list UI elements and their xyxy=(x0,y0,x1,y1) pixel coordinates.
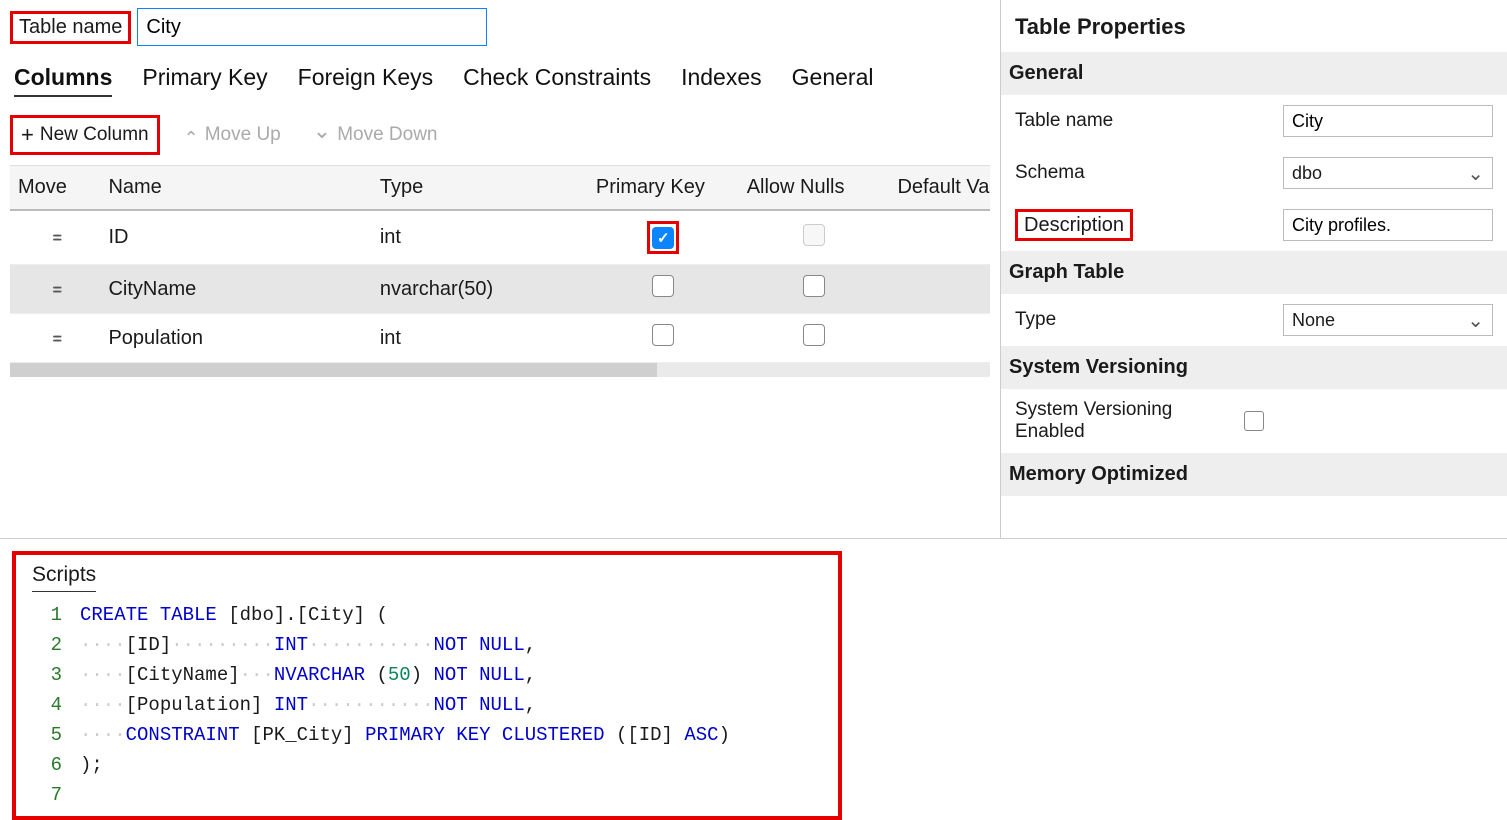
chevron-down-icon xyxy=(1467,308,1484,333)
drag-handle-icon[interactable] xyxy=(41,336,69,344)
code-line[interactable]: ····[ID]·········INT···········NOT NULL, xyxy=(80,630,536,660)
col-header[interactable]: Allow Nulls xyxy=(739,166,890,211)
move-down-button[interactable]: Move Down xyxy=(305,118,446,152)
line-number: 3 xyxy=(32,660,62,690)
col-header[interactable]: Default Va xyxy=(889,166,990,211)
section-system-versioning: System Versioning xyxy=(1001,346,1507,389)
chevron-down-icon xyxy=(1467,161,1484,186)
drag-handle-icon[interactable] xyxy=(41,235,69,243)
tab-check-constraints[interactable]: Check Constraints xyxy=(463,64,651,97)
table-row[interactable]: Populationint xyxy=(10,314,990,363)
prop-table-name-input[interactable] xyxy=(1283,105,1493,137)
primary-key-checkbox[interactable] xyxy=(652,227,674,249)
section-graph-table: Graph Table xyxy=(1001,251,1507,294)
column-name-cell[interactable]: Population xyxy=(100,314,371,363)
columns-grid: MoveNameTypePrimary KeyAllow NullsDefaul… xyxy=(10,165,990,363)
prop-sysver-label: System Versioning Enabled xyxy=(1015,399,1244,443)
scrollbar-thumb[interactable] xyxy=(10,363,657,377)
chevron-down-icon xyxy=(313,122,331,148)
code-line[interactable]: ); xyxy=(80,750,103,780)
column-type-cell[interactable]: int xyxy=(372,210,588,265)
table-name-label: Table name xyxy=(10,11,131,44)
horizontal-scrollbar[interactable] xyxy=(10,363,990,377)
move-up-button[interactable]: Move Up xyxy=(176,120,289,150)
column-type-cell[interactable]: int xyxy=(372,314,588,363)
plus-icon xyxy=(21,122,34,148)
section-memory-optimized: Memory Optimized xyxy=(1001,453,1507,496)
col-header[interactable]: Name xyxy=(100,166,371,211)
table-name-input[interactable] xyxy=(137,8,487,46)
primary-key-checkbox[interactable] xyxy=(652,324,674,346)
tab-indexes[interactable]: Indexes xyxy=(681,64,762,97)
move-down-label: Move Down xyxy=(337,124,437,146)
scripts-panel: Scripts 1 CREATE TABLE [dbo].[City] ( 2 ···… xyxy=(12,551,842,820)
line-number: 4 xyxy=(32,690,62,720)
table-row[interactable]: CityNamenvarchar(50) xyxy=(10,265,990,314)
section-general: General xyxy=(1001,52,1507,95)
line-number: 1 xyxy=(32,600,62,630)
column-name-cell[interactable]: ID xyxy=(100,210,371,265)
tab-primary-key[interactable]: Primary Key xyxy=(142,64,267,97)
properties-title: Table Properties xyxy=(1015,14,1493,40)
default-value-cell[interactable] xyxy=(889,265,990,314)
sysver-checkbox[interactable] xyxy=(1244,411,1264,431)
default-value-cell[interactable] xyxy=(889,314,990,363)
column-name-cell[interactable]: CityName xyxy=(100,265,371,314)
table-row[interactable]: IDint xyxy=(10,210,990,265)
col-header[interactable]: Type xyxy=(372,166,588,211)
allow-nulls-checkbox xyxy=(803,224,825,246)
allow-nulls-checkbox[interactable] xyxy=(803,324,825,346)
line-number: 6 xyxy=(32,750,62,780)
default-value-cell[interactable] xyxy=(889,210,990,265)
tab-columns[interactable]: Columns xyxy=(14,64,112,97)
move-up-label: Move Up xyxy=(205,124,281,146)
code-line[interactable]: ····[Population] INT···········NOT NULL, xyxy=(80,690,536,720)
prop-description-label: Description xyxy=(1015,209,1133,241)
prop-table-name-label: Table name xyxy=(1015,110,1283,132)
main-designer-panel: Table name Columns Primary Key Foreign Key… xyxy=(0,0,1001,538)
drag-handle-icon[interactable] xyxy=(41,287,69,295)
new-column-button[interactable]: New Column xyxy=(13,118,157,152)
column-type-cell[interactable]: nvarchar(50) xyxy=(372,265,588,314)
tab-general[interactable]: General xyxy=(792,64,874,97)
line-number: 7 xyxy=(32,780,62,810)
prop-schema-label: Schema xyxy=(1015,162,1283,184)
script-editor[interactable]: 1 CREATE TABLE [dbo].[City] ( 2 ····[ID]···… xyxy=(32,600,822,810)
new-column-label: New Column xyxy=(40,124,149,146)
prop-description-input[interactable] xyxy=(1283,209,1493,241)
col-header[interactable]: Move xyxy=(10,166,100,211)
prop-type-label: Type xyxy=(1015,309,1283,331)
prop-type-value: None xyxy=(1292,310,1335,331)
prop-type-select[interactable]: None xyxy=(1283,304,1493,336)
scripts-tab[interactable]: Scripts xyxy=(32,563,96,592)
allow-nulls-checkbox[interactable] xyxy=(803,275,825,297)
designer-tabs: Columns Primary Key Foreign Keys Check Cons… xyxy=(14,64,990,97)
tab-foreign-keys[interactable]: Foreign Keys xyxy=(298,64,434,97)
properties-panel: Table Properties General Table name Sche… xyxy=(1001,0,1507,538)
prop-schema-select[interactable]: dbo xyxy=(1283,157,1493,189)
line-number: 2 xyxy=(32,630,62,660)
primary-key-checkbox[interactable] xyxy=(652,275,674,297)
code-line[interactable]: ····[CityName]···NVARCHAR (50) NOT NULL, xyxy=(80,660,536,690)
code-line[interactable]: ····CONSTRAINT [PK_City] PRIMARY KEY CLU… xyxy=(80,720,730,750)
code-line[interactable]: CREATE TABLE [dbo].[City] ( xyxy=(80,600,388,630)
line-number: 5 xyxy=(32,720,62,750)
chevron-up-icon xyxy=(184,124,199,146)
prop-schema-value: dbo xyxy=(1292,163,1322,184)
col-header[interactable]: Primary Key xyxy=(588,166,739,211)
